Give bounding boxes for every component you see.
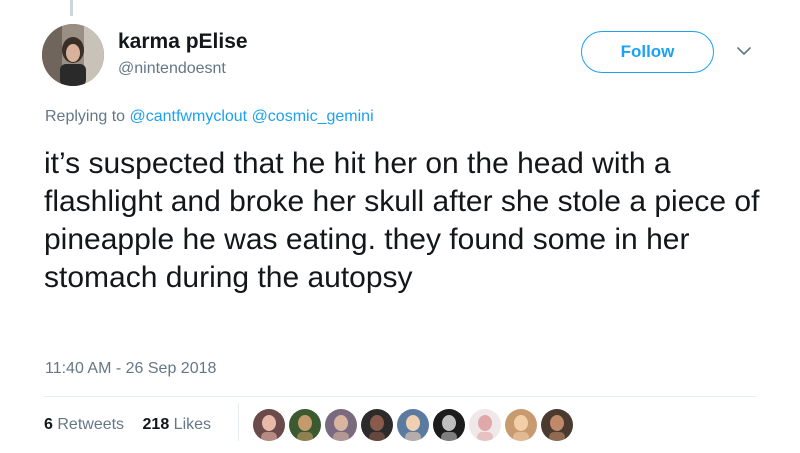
thread-connector-line [70, 0, 73, 16]
retweets-label: Retweets [57, 416, 125, 433]
liker-avatar[interactable] [540, 408, 574, 442]
tweet-stats: 6 Retweets 218 Likes [44, 416, 225, 434]
replying-to-label: Replying to [45, 108, 126, 125]
tweet-timestamp[interactable]: 11:40 AM - 26 Sep 2018 [45, 360, 216, 378]
reply-mention-link[interactable]: @cantfwmyclout [130, 108, 248, 125]
liker-avatar[interactable] [252, 408, 286, 442]
replying-to-line: Replying to @cantfwmyclout @cosmic_gemin… [45, 108, 374, 126]
retweets-stat[interactable]: 6 Retweets [44, 416, 124, 433]
tweet-text: it’s suspected that he hit her on the he… [44, 147, 760, 294]
reply-mention-link[interactable]: @cosmic_gemini [252, 108, 374, 125]
liker-avatar[interactable] [504, 408, 538, 442]
liker-avatars [252, 408, 576, 442]
liker-avatar[interactable] [468, 408, 502, 442]
author-display-name[interactable]: karma pElise [118, 30, 248, 54]
stats-divider [44, 396, 756, 397]
liker-avatar[interactable] [432, 408, 466, 442]
author-handle[interactable]: @nintendoesnt [118, 60, 226, 78]
stats-separator [238, 403, 239, 441]
likes-label: Likes [173, 416, 212, 433]
liker-avatar[interactable] [288, 408, 322, 442]
likes-count: 218 [142, 416, 170, 433]
retweets-count: 6 [44, 416, 53, 433]
liker-avatar[interactable] [324, 408, 358, 442]
liker-avatar[interactable] [360, 408, 394, 442]
author-avatar[interactable] [42, 24, 104, 86]
follow-button[interactable]: Follow [581, 31, 714, 73]
chevron-down-icon[interactable] [735, 42, 753, 60]
liker-avatar[interactable] [396, 408, 430, 442]
likes-stat[interactable]: 218 Likes [143, 416, 212, 433]
